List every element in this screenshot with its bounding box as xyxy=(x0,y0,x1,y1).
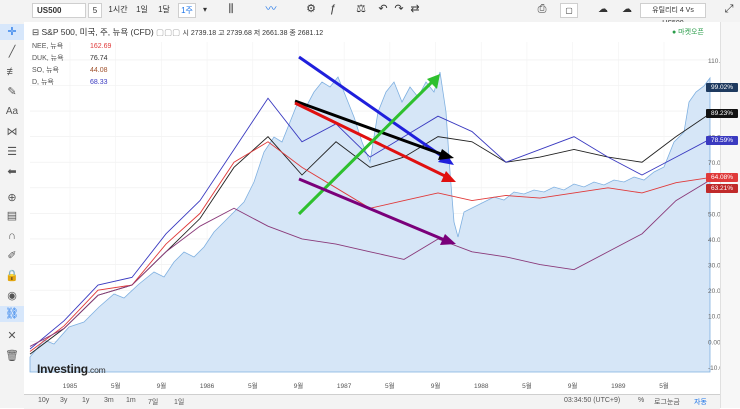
log-scale-button[interactable]: 로그눈금 xyxy=(654,397,680,407)
back-arrow-icon[interactable]: ⬅ xyxy=(0,164,24,180)
x-tick-label: 1988 xyxy=(474,383,489,390)
symbol-search-input[interactable]: US500 xyxy=(32,3,86,18)
interval-1d-button[interactable]: 1일 xyxy=(134,3,150,18)
measure-icon[interactable]: ▤ xyxy=(0,208,24,224)
range-7d-button[interactable]: 7일 xyxy=(148,397,158,407)
crosshair-icon[interactable]: ✛ xyxy=(0,24,24,40)
last-value-badge: 99.02% xyxy=(706,83,738,93)
x-tick-label: 9월 xyxy=(294,381,304,390)
last-value-badge: 64.08% xyxy=(706,172,738,182)
line-chart-icon[interactable]: 〰 xyxy=(262,3,280,18)
camera-icon[interactable]: ⎙ xyxy=(534,3,550,18)
fullscreen-icon[interactable]: ⤢ xyxy=(720,3,738,18)
interval-1h-button[interactable]: 1시간 xyxy=(106,3,130,18)
y-tick-label: 40.00% xyxy=(708,237,720,244)
interval-1w-button[interactable]: 1주 xyxy=(178,3,196,18)
range-1y-button[interactable]: 1y xyxy=(82,397,89,404)
range-1m-button[interactable]: 1m xyxy=(126,397,136,404)
x-tick-label: 9월 xyxy=(431,381,441,390)
layout-button[interactable]: ▢ xyxy=(560,3,578,18)
top-toolbar: US500 5 1시간 1일 1달 1주 ▾ ⫼ 〰 ⚙ ƒ ⚖ ↶ ↷ ⇄ ⎙… xyxy=(0,0,740,27)
last-value-badge: 63.21% xyxy=(706,184,738,194)
y-tick-label: 50.00% xyxy=(708,211,720,218)
redo-icon[interactable]: ↷ xyxy=(392,3,406,18)
auto-scale-button[interactable]: 자동 xyxy=(694,397,707,407)
pattern-icon[interactable]: ⋈ xyxy=(0,124,24,140)
compare-icon[interactable]: ⚖ xyxy=(352,3,370,18)
range-1d-button[interactable]: 1일 xyxy=(174,397,184,407)
indicators-icon[interactable]: ƒ xyxy=(324,3,342,18)
settings-square-icons[interactable]: ▢▢▢ xyxy=(156,27,180,37)
y-tick-label: 30.00% xyxy=(708,263,720,270)
pencil-icon[interactable]: ✐ xyxy=(0,248,24,264)
text-icon[interactable]: Aa xyxy=(0,104,24,120)
last-value-badge: 78.59% xyxy=(706,135,738,145)
x-tick-label: 5월 xyxy=(385,381,395,390)
percent-scale-button[interactable]: % xyxy=(638,397,644,404)
market-status: ● 마켓오픈 xyxy=(672,29,704,36)
x-tick-label: 1989 xyxy=(611,383,626,390)
x-tick-label: 1987 xyxy=(337,383,352,390)
x-tick-label: 5월 xyxy=(248,381,258,390)
trend-line-icon[interactable]: ╱ xyxy=(0,44,24,60)
cloud-load-icon[interactable]: ☁ xyxy=(618,3,636,18)
zoom-icon[interactable]: ⊕ xyxy=(0,190,24,206)
cloud-save-icon[interactable]: ☁ xyxy=(594,3,612,18)
legend-entry-so[interactable]: SO, 뉴욕 44.08 xyxy=(32,65,323,77)
x-tick-label: 9월 xyxy=(157,381,167,390)
x-tick-label: 1986 xyxy=(200,383,215,390)
interval-dropdown-icon[interactable]: ▾ xyxy=(198,3,212,18)
interval-input[interactable]: 5 xyxy=(88,3,102,18)
chart-legend: ⊟ S&P 500, 미국, 주, 뉴욕 (CFD) ▢▢▢ 시 2739.18… xyxy=(32,26,323,89)
x-tick-label: 9월 xyxy=(568,381,578,390)
drawing-toolbar: ✛ ╱ ≢ ✎ Aa ⋈ ☰ ⬅ ⊕ ▤ ∩ ✐ 🔒 ◉ ⛓ ✕ 🗑 xyxy=(0,22,25,408)
y-tick-label: 70.00% xyxy=(708,160,720,167)
lock-icon[interactable]: 🔒 xyxy=(0,268,24,284)
y-tick-label: -10.00% xyxy=(708,365,720,372)
right-panel xyxy=(720,22,740,408)
eye-icon[interactable]: ◉ xyxy=(0,288,24,304)
brush-icon[interactable]: ✎ xyxy=(0,84,24,100)
trash-icon[interactable]: 🗑 xyxy=(0,348,24,364)
y-tick-label: 20.00% xyxy=(708,288,720,295)
last-value-badge: 89.23% xyxy=(706,108,738,118)
arrange-icon[interactable]: ⇄ xyxy=(408,3,422,18)
ruler-icon[interactable]: ☰ xyxy=(0,144,24,160)
y-tick-label: 0.00% xyxy=(708,339,720,346)
ohlc-values: 시 2739.18 고 2739.68 저 2661.38 종 2681.12 xyxy=(182,30,324,37)
clock-readout: 03:34:50 (UTC+9) xyxy=(564,397,621,404)
legend-entry-nee[interactable]: NEE, 뉴욕 162.69 xyxy=(32,41,323,53)
range-3m-button[interactable]: 3m xyxy=(104,397,114,404)
bottom-toolbar: 10y 3y 1y 3m 1m 7일 1일 03:34:50 (UTC+9) %… xyxy=(24,394,720,409)
legend-entry-d[interactable]: D, 뉴욕 68.33 xyxy=(32,77,323,89)
investing-logo: Investing.com xyxy=(37,362,106,376)
x-tick-label: 5월 xyxy=(659,381,669,390)
range-10y-button[interactable]: 10y xyxy=(38,397,49,404)
collapse-icon[interactable]: ⊟ xyxy=(32,27,39,37)
undo-icon[interactable]: ↶ xyxy=(376,3,390,18)
fib-icon[interactable]: ≢ xyxy=(0,64,24,80)
candles-icon[interactable]: ⫼ xyxy=(222,3,240,18)
legend-entry-duk[interactable]: DUK, 뉴욕 76.74 xyxy=(32,53,323,65)
interval-1m-button[interactable]: 1달 xyxy=(156,3,172,18)
link-icon[interactable]: ⛓ xyxy=(0,306,24,322)
x-tick-label: 1985 xyxy=(63,383,78,390)
compare-title-select[interactable]: 유틸리티 4 Vs US500 xyxy=(640,3,706,27)
x-tick-label: 5월 xyxy=(111,381,121,390)
settings-gear-icon[interactable]: ⚙ xyxy=(302,3,320,18)
x-tick-label: 5월 xyxy=(522,381,532,390)
y-tick-label: 10.00% xyxy=(708,314,720,321)
main-series-title: S&P 500, 미국, 주, 뉴욕 (CFD) xyxy=(41,27,154,37)
y-tick-label: 110.00% xyxy=(708,58,720,65)
range-3y-button[interactable]: 3y xyxy=(60,397,67,404)
remove-drawings-icon[interactable]: ✕ xyxy=(0,328,24,344)
magnet-icon[interactable]: ∩ xyxy=(0,228,24,244)
